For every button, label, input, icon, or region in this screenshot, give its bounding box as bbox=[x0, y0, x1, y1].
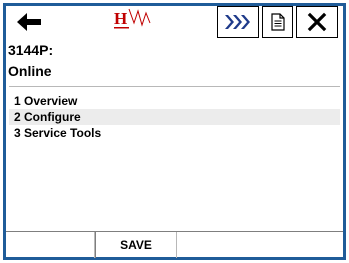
svg-text:H: H bbox=[114, 9, 127, 28]
close-button[interactable] bbox=[296, 6, 338, 38]
bottom-bar: SAVE bbox=[6, 231, 343, 258]
back-arrow-icon bbox=[16, 13, 41, 31]
connection-status: Online bbox=[8, 63, 52, 79]
menu-list: 1 Overview 2 Configure 3 Service Tools bbox=[9, 86, 340, 233]
menu-item-service-tools[interactable]: 3 Service Tools bbox=[9, 125, 340, 141]
more-button[interactable] bbox=[217, 6, 259, 38]
device-tag: 3144P: bbox=[8, 42, 54, 58]
document-button[interactable] bbox=[262, 6, 293, 38]
hart-logo: H bbox=[110, 6, 172, 38]
save-button[interactable]: SAVE bbox=[95, 232, 177, 258]
hart-logo-icon: H bbox=[114, 8, 151, 29]
document-icon bbox=[270, 13, 285, 31]
fast-forward-icon bbox=[225, 15, 250, 29]
toolbar: H bbox=[6, 6, 343, 40]
menu-item-configure[interactable]: 2 Configure bbox=[9, 109, 340, 125]
device-header: 3144P: Online bbox=[8, 40, 341, 82]
softkey-empty-1 bbox=[6, 232, 95, 258]
close-icon bbox=[307, 12, 327, 32]
app-frame: H 3144P: Online 1 Overview 2 Configure 3… bbox=[3, 3, 346, 260]
back-button[interactable] bbox=[12, 6, 45, 38]
menu-item-overview[interactable]: 1 Overview bbox=[9, 93, 340, 109]
